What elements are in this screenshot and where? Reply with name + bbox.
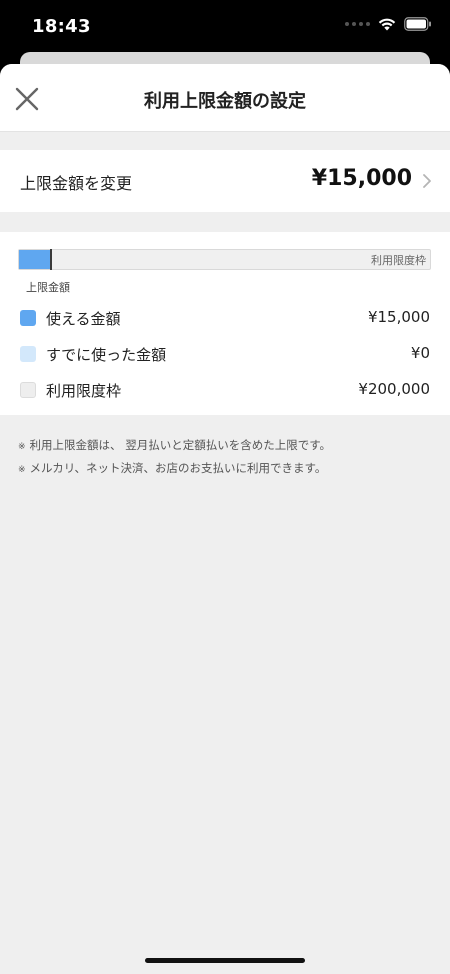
legend-swatch-credit-line <box>20 382 36 398</box>
cellular-signal-icon <box>345 22 370 26</box>
usage-card: 利用限度枠 上限金額 使える金額 ¥15,000 すでに使った金額 ¥0 利用限… <box>0 232 450 415</box>
legend-label: 利用限度枠 <box>46 382 122 400</box>
navigation-bar: 利用上限金額の設定 <box>0 64 450 132</box>
usage-bar-end-label: 利用限度枠 <box>371 254 426 267</box>
legend-item-used: すでに使った金額 ¥0 <box>20 342 430 366</box>
notes: ※ 利用上限金額は、 翌月払いと定額払いを含めた上限です。 ※ メルカリ、ネット決済… <box>0 415 450 481</box>
note-mark: ※ <box>18 465 26 475</box>
status-bar: 18:43 <box>0 0 450 56</box>
legend-swatch-available <box>20 310 36 326</box>
change-limit-label: 上限金額を変更 <box>20 174 133 193</box>
legend-swatch-used <box>20 346 36 362</box>
note-line: ※ 利用上限金額は、 翌月払いと定額払いを含めた上限です。 <box>18 438 332 452</box>
modal-sheet: 利用上限金額の設定 上限金額を変更 ¥15,000 利用限度枠 上限金額 使える… <box>0 64 450 974</box>
note-mark: ※ <box>18 442 26 452</box>
legend-value: ¥15,000 <box>367 308 430 326</box>
available-amount-fill <box>19 250 50 269</box>
wifi-icon <box>378 18 396 31</box>
limit-amount: ¥15,000 <box>311 166 412 191</box>
limit-marker-label: 上限金額 <box>26 281 70 294</box>
legend-item-credit-line: 利用限度枠 ¥200,000 <box>20 378 430 402</box>
status-icons <box>345 17 432 31</box>
status-time: 18:43 <box>32 16 91 37</box>
legend-label: すでに使った金額 <box>46 346 167 364</box>
note-line: ※ メルカリ、ネット決済、お店のお支払いに利用できます。 <box>18 461 327 475</box>
limit-marker <box>50 249 52 270</box>
legend-label: 使える金額 <box>46 310 121 328</box>
battery-icon <box>404 17 431 31</box>
legend-value: ¥200,000 <box>358 380 430 398</box>
change-limit-row[interactable]: 上限金額を変更 ¥15,000 <box>0 150 450 212</box>
legend-value: ¥0 <box>410 344 430 362</box>
home-indicator[interactable] <box>145 958 305 963</box>
page-title: 利用上限金額の設定 <box>144 91 306 112</box>
usage-bar: 利用限度枠 <box>18 249 431 270</box>
chevron-right-icon <box>423 174 431 188</box>
legend-item-available: 使える金額 ¥15,000 <box>20 306 430 330</box>
